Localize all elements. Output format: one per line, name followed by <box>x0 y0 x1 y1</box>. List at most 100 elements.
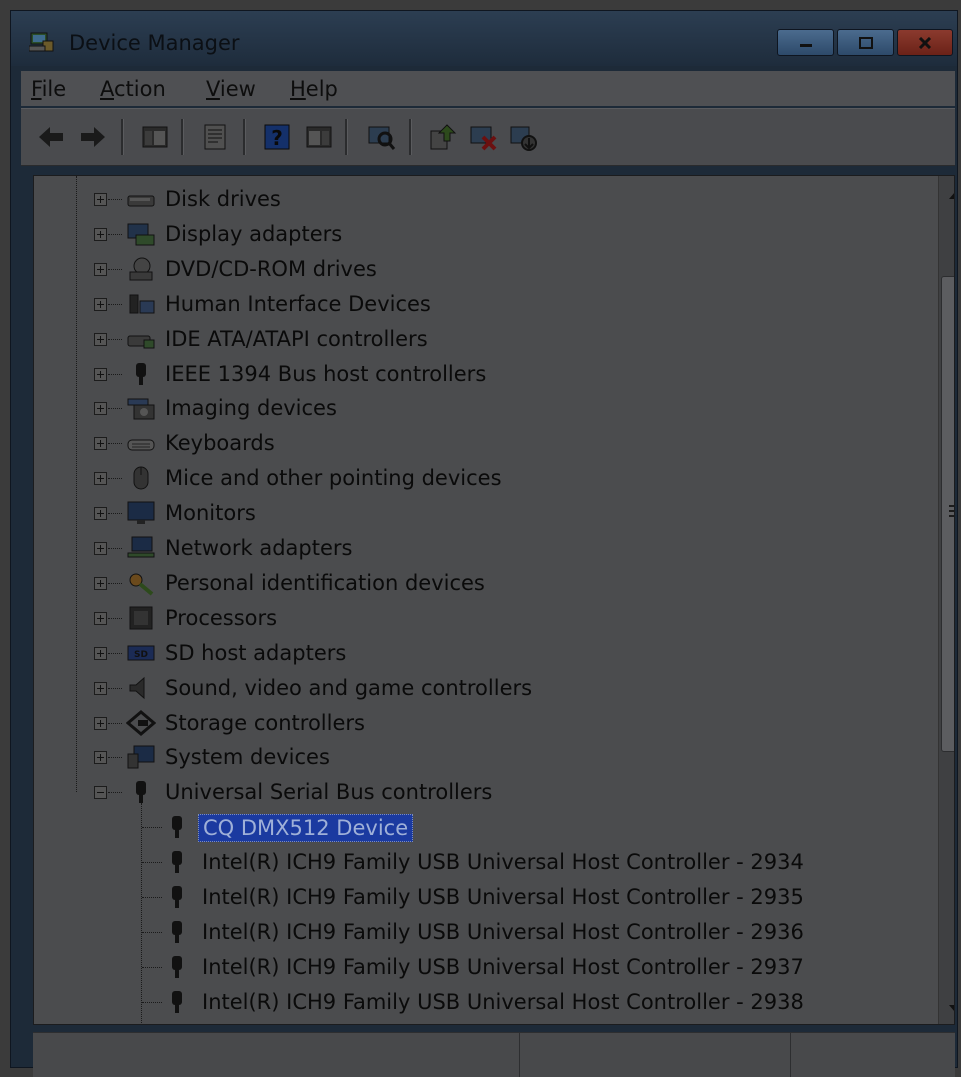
tree-category[interactable]: DVD/CD-ROM drives <box>34 252 934 286</box>
tree-connector <box>108 513 122 515</box>
tree-category[interactable]: Sound, video and game controllers <box>34 671 934 705</box>
back-icon[interactable] <box>35 121 67 153</box>
tree-category[interactable]: IDE ATA/ATAPI controllers <box>34 322 934 356</box>
tree-category[interactable]: Imaging devices <box>34 391 934 425</box>
processor-icon <box>129 606 153 630</box>
menu-help[interactable]: Help <box>290 77 338 101</box>
scroll-down-icon[interactable] <box>947 1002 955 1016</box>
toolbar-separator <box>121 119 124 155</box>
tree-category[interactable]: Keyboards <box>34 426 934 460</box>
ieee1394-icon <box>136 362 146 385</box>
tree-connector <box>108 617 122 619</box>
menu-file[interactable]: File <box>31 77 66 101</box>
usb-device-row[interactable]: CQ DMX512 Device <box>34 810 934 844</box>
usb-icon <box>172 816 182 839</box>
usb-device-row[interactable]: Intel(R) ICH9 Family USB Universal Host … <box>34 985 934 1019</box>
scrollbar-grip <box>949 510 954 512</box>
toolbar-separator <box>243 119 246 155</box>
network-icon <box>127 536 155 558</box>
tree-connector <box>142 827 162 829</box>
expand-icon[interactable] <box>94 611 107 625</box>
title-bar[interactable]: Device Manager <box>11 11 957 66</box>
tree-connector <box>108 548 122 549</box>
mouse-icon <box>133 466 149 490</box>
expand-icon[interactable] <box>94 646 107 660</box>
console-tree-icon[interactable] <box>303 121 335 153</box>
tree-category-label: Keyboards <box>165 431 275 456</box>
expand-icon[interactable] <box>94 681 107 695</box>
tree-category[interactable]: Processors <box>34 601 934 635</box>
device-tree[interactable]: Disk drives Display adapters DVD/CD-ROM dr… <box>33 175 955 1025</box>
expand-icon[interactable] <box>94 716 107 730</box>
scan-hardware-icon[interactable] <box>365 121 397 153</box>
show-hide-console-tree-icon[interactable] <box>139 121 171 153</box>
maximize-button[interactable] <box>837 29 894 56</box>
toolbar-separator <box>409 119 412 155</box>
disable-icon[interactable] <box>507 121 539 153</box>
tree-connector <box>108 268 122 270</box>
tree-category[interactable]: Personal identification devices <box>34 566 934 600</box>
expand-icon[interactable] <box>94 576 107 590</box>
tree-category[interactable]: Disk drives <box>34 182 934 216</box>
expand-icon[interactable] <box>94 193 107 206</box>
tree-category-label: Monitors <box>165 501 256 526</box>
expand-icon[interactable] <box>94 507 107 521</box>
tree-category[interactable]: Display adapters <box>34 217 934 251</box>
usb-device-row[interactable]: Intel(R) ICH9 Family USB Universal Host … <box>34 915 934 949</box>
tree-category-label: Storage controllers <box>165 710 365 735</box>
tree-category[interactable]: Monitors <box>34 496 934 530</box>
window-title: Device Manager <box>69 31 240 55</box>
tree-category[interactable]: Human Interface Devices <box>34 287 934 321</box>
expand-icon[interactable] <box>94 227 107 241</box>
usb-icon <box>172 886 182 908</box>
disk-drive-icon <box>127 195 155 207</box>
tree-category[interactable]: Mice and other pointing devices <box>34 461 934 495</box>
tree-category-label: Display adapters <box>165 221 343 246</box>
tree-category[interactable]: Network adapters <box>34 531 934 565</box>
expand-icon[interactable] <box>94 542 107 555</box>
expand-icon[interactable] <box>94 262 107 276</box>
tree-connector <box>142 931 162 933</box>
close-button[interactable] <box>897 29 953 56</box>
tree-connector <box>108 338 122 340</box>
uninstall-icon[interactable] <box>467 121 499 153</box>
scroll-up-icon[interactable] <box>947 188 955 202</box>
vertical-scrollbar[interactable] <box>938 176 955 1024</box>
usb-device-row[interactable]: Intel(R) ICH9 Family USB Universal Host … <box>34 880 934 914</box>
usb-device-row[interactable]: Intel(R) ICH9 Family USB Universal Host … <box>34 950 934 984</box>
tree-connector <box>108 687 122 689</box>
camera-icon <box>127 398 155 420</box>
forward-icon[interactable] <box>77 121 109 153</box>
minimize-button[interactable] <box>777 29 834 56</box>
expand-icon[interactable] <box>94 472 107 486</box>
tree-category-label: Personal identification devices <box>165 570 485 595</box>
tree-category[interactable]: IEEE 1394 Bus host controllers <box>34 357 934 391</box>
tree-connector <box>108 652 122 654</box>
expand-icon[interactable] <box>94 751 107 765</box>
expand-icon[interactable] <box>94 332 107 346</box>
update-driver-icon[interactable] <box>427 121 459 153</box>
tree-category[interactable]: SD SD host adapters <box>34 636 934 670</box>
usb-device-row[interactable]: Intel(R) ICH9 Family USB Universal Host … <box>34 845 934 879</box>
display-adapter-icon <box>127 223 155 246</box>
monitor-icon <box>127 501 155 525</box>
usb-device-label: Intel(R) ICH9 Family USB Universal Host … <box>202 885 804 909</box>
menu-action[interactable]: Action <box>100 77 166 101</box>
device-manager-icon <box>29 32 54 52</box>
expand-icon[interactable] <box>94 297 107 311</box>
expand-icon[interactable] <box>94 367 107 381</box>
tree-category[interactable]: Storage controllers <box>34 706 934 740</box>
help-icon[interactable]: ? <box>261 121 293 153</box>
svg-text:SD: SD <box>134 650 148 660</box>
properties-icon[interactable] <box>199 121 231 153</box>
tree-category[interactable]: System devices <box>34 740 934 774</box>
expand-icon[interactable] <box>94 402 107 416</box>
scrollbar-thumb[interactable] <box>941 276 954 752</box>
collapse-icon[interactable] <box>94 786 107 800</box>
toolbar: ? <box>21 108 955 166</box>
expand-icon[interactable] <box>94 437 107 451</box>
usb-icon <box>172 920 182 943</box>
status-bar <box>33 1032 955 1077</box>
tree-category[interactable]: Universal Serial Bus controllers <box>34 775 934 809</box>
menu-view[interactable]: View <box>206 77 256 101</box>
